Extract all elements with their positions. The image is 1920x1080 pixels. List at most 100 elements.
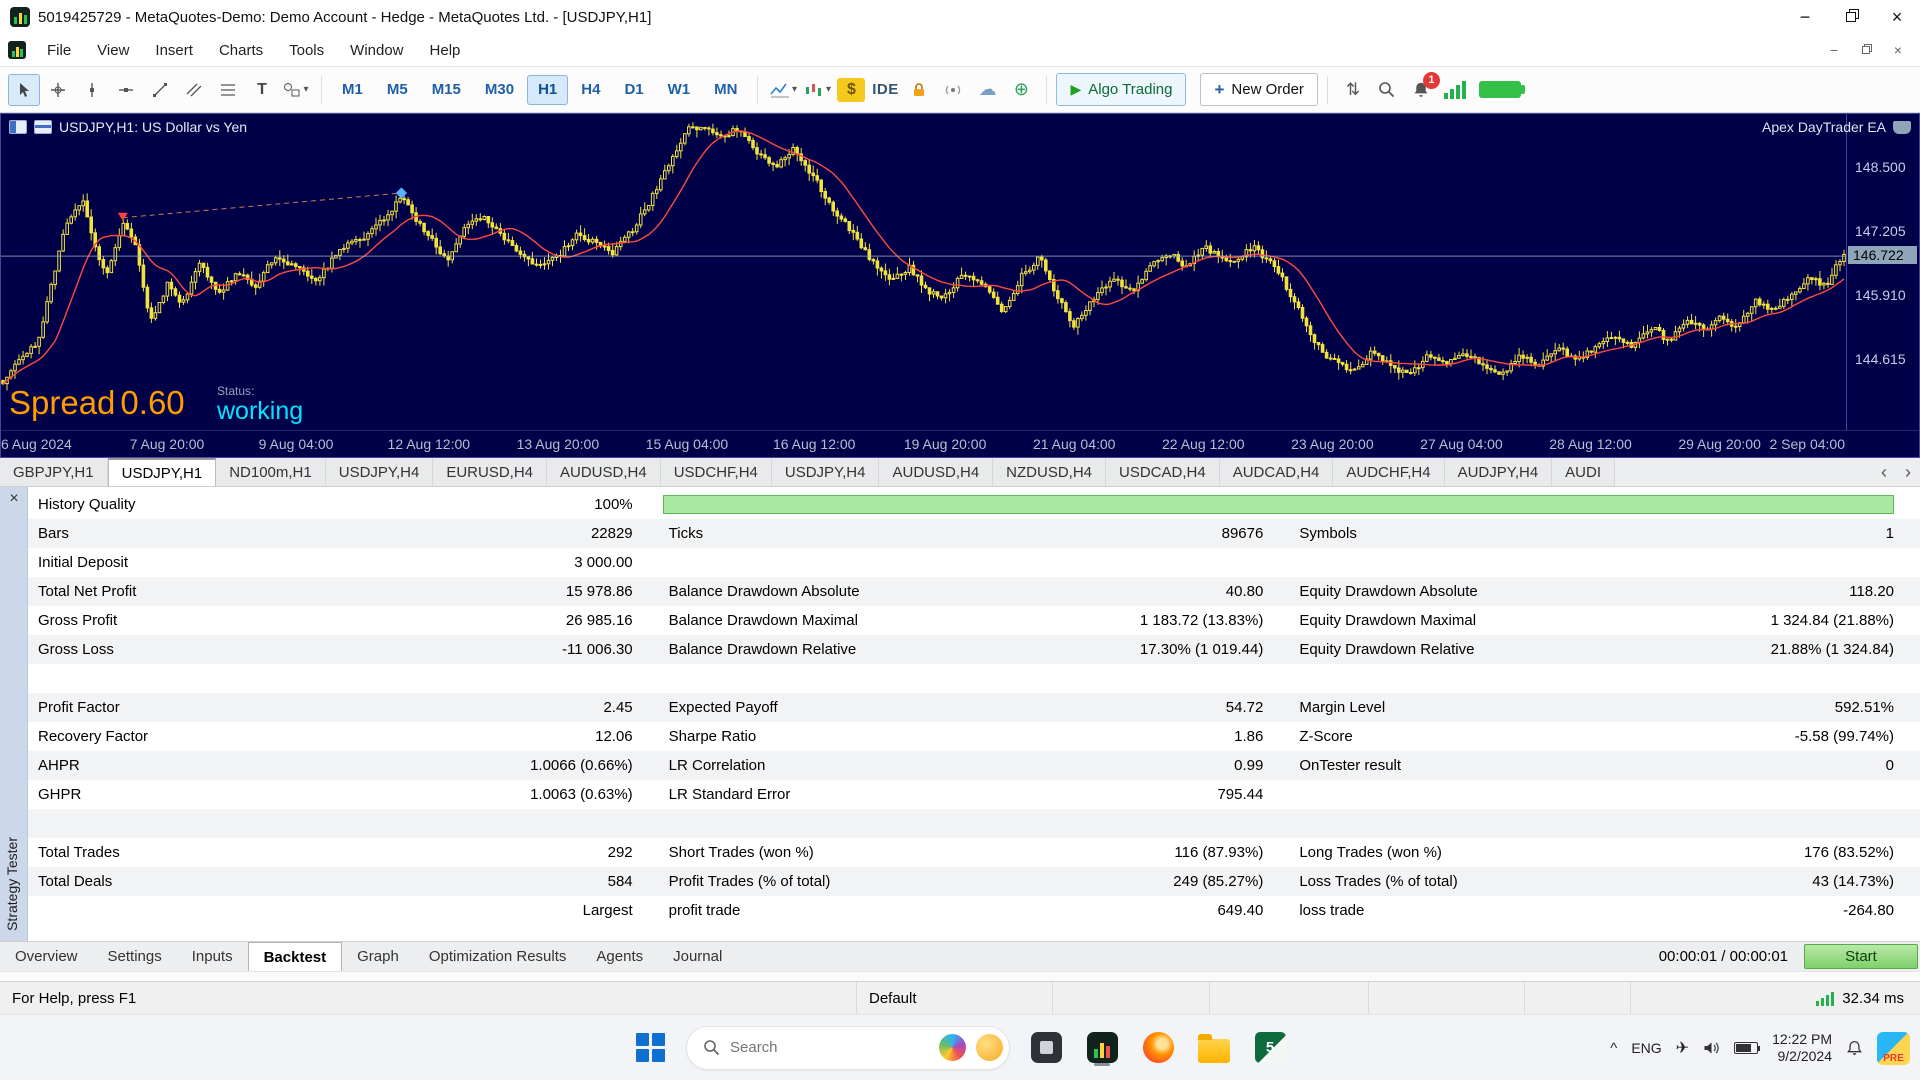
menu-item-window[interactable]: Window	[337, 37, 416, 64]
shapes-tool-button[interactable]: ▾	[280, 74, 312, 106]
chart-tab-audusd-h4[interactable]: AUDUSD,H4	[879, 458, 993, 486]
search-input[interactable]	[730, 1039, 929, 1056]
pre-build-icon[interactable]: PRE	[1877, 1032, 1910, 1065]
taskbar-app-explorer[interactable]	[1194, 1028, 1234, 1068]
trendline-tool-button[interactable]	[144, 74, 176, 106]
timeframe-mn[interactable]: MN	[703, 75, 748, 105]
horizontal-line-tool-button[interactable]	[110, 74, 142, 106]
vertical-line-tool-button[interactable]	[76, 74, 108, 106]
cursor-tool-button[interactable]	[8, 74, 40, 106]
tray-clock[interactable]: 12:22 PM 9/2/2024	[1772, 1031, 1832, 1065]
tabs-scroll-left-button[interactable]: ‹	[1872, 458, 1896, 486]
taskbar-app-firefox[interactable]	[1138, 1028, 1178, 1068]
timeframe-m15[interactable]: M15	[421, 75, 472, 105]
broadcast-button[interactable]	[937, 74, 969, 106]
minimize-button[interactable]: −	[1782, 0, 1828, 34]
status-profile[interactable]: Default	[857, 982, 1053, 1014]
chart-tab-usdjpy-h4[interactable]: USDJPY,H4	[326, 458, 434, 486]
chart-template-button[interactable]: ▾	[801, 74, 833, 106]
menu-item-file[interactable]: File	[34, 37, 84, 64]
chart-tab-audjpy-h4[interactable]: AUDJPY,H4	[1445, 458, 1553, 486]
tester-tab-graph[interactable]: Graph	[342, 942, 414, 971]
notifications-button[interactable]: 1	[1405, 74, 1437, 106]
new-order-button[interactable]: + New Order	[1200, 73, 1317, 106]
chart-tab-audi[interactable]: AUDI	[1552, 458, 1615, 486]
tester-tab-settings[interactable]: Settings	[93, 942, 177, 971]
chart-tab-usdcad-h4[interactable]: USDCAD,H4	[1106, 458, 1220, 486]
airplane-icon[interactable]: ✈	[1676, 1038, 1689, 1058]
chart-tab-nzdusd-h4[interactable]: NZDUSD,H4	[993, 458, 1106, 486]
timeframe-w1[interactable]: W1	[657, 75, 702, 105]
tabs-scroll-right-button[interactable]: ›	[1896, 458, 1920, 486]
timeframe-h1[interactable]: H1	[527, 75, 568, 105]
tester-close-button[interactable]: ×	[0, 487, 28, 511]
tray-chevron-up[interactable]: ^	[1610, 1040, 1617, 1057]
tray-language[interactable]: ENG	[1631, 1040, 1661, 1056]
taskbar-app-office[interactable]: 5	[1250, 1028, 1290, 1068]
taskbar-app-widgets[interactable]	[1026, 1028, 1066, 1068]
start-button[interactable]	[630, 1028, 670, 1068]
tester-tab-backtest[interactable]: Backtest	[248, 942, 343, 971]
chart-tab-gbpjpy-h1[interactable]: GBPJPY,H1	[0, 458, 108, 486]
algo-trading-button[interactable]: ▶ Algo Trading	[1056, 73, 1186, 106]
connection-status-button[interactable]	[1439, 74, 1471, 106]
chart-tab-usdjpy-h4[interactable]: USDJPY,H4	[772, 458, 880, 486]
close-button[interactable]: ×	[1874, 0, 1920, 34]
child-restore-button[interactable]	[1850, 37, 1882, 63]
chart-tab-usdchf-h4[interactable]: USDCHF,H4	[661, 458, 772, 486]
resize-gutter[interactable]	[0, 971, 1920, 981]
speaker-icon[interactable]	[1703, 1040, 1720, 1056]
chart-canvas[interactable]	[1, 114, 1846, 430]
compare-button[interactable]: ⇅	[1337, 74, 1369, 106]
chart-tab-usdjpy-h1[interactable]: USDJPY,H1	[108, 458, 217, 486]
timeframe-m5[interactable]: M5	[376, 75, 419, 105]
copilot-icon[interactable]	[939, 1034, 966, 1061]
community-button[interactable]: ⊕	[1005, 74, 1037, 106]
time-axis[interactable]: 6 Aug 20247 Aug 20:009 Aug 04:0012 Aug 1…	[1, 430, 1919, 457]
ide-button[interactable]: IDE	[869, 74, 901, 106]
taskbar-search[interactable]	[686, 1026, 1010, 1070]
chart-tab-audusd-h4[interactable]: AUDUSD,H4	[547, 458, 661, 486]
candlestick-chart[interactable]: Spread0.60 Status: working	[1, 114, 1846, 430]
timeframe-m1[interactable]: M1	[331, 75, 374, 105]
indicators-button[interactable]: ▾	[767, 74, 799, 106]
child-minimize-button[interactable]: −	[1818, 37, 1850, 63]
tester-tab-agents[interactable]: Agents	[581, 942, 658, 971]
chart-tab-audchf-h4[interactable]: AUDCHF,H4	[1333, 458, 1444, 486]
menu-item-help[interactable]: Help	[417, 37, 474, 64]
text-tool-button[interactable]: T	[246, 74, 278, 106]
search-button[interactable]	[1371, 74, 1403, 106]
menu-item-charts[interactable]: Charts	[206, 37, 276, 64]
menu-item-tools[interactable]: Tools	[276, 37, 337, 64]
timeframe-d1[interactable]: D1	[613, 75, 654, 105]
channel-tool-button[interactable]	[178, 74, 210, 106]
search-highlight-icon[interactable]	[976, 1034, 1003, 1061]
menu-item-insert[interactable]: Insert	[142, 37, 206, 64]
fibonacci-tool-button[interactable]	[212, 74, 244, 106]
start-button[interactable]: Start	[1804, 944, 1918, 969]
stat-value: 176 (83.52%)	[1804, 838, 1894, 867]
lock-button[interactable]	[903, 74, 935, 106]
chart-tab-audcad-h4[interactable]: AUDCAD,H4	[1220, 458, 1334, 486]
taskbar-app-mt5[interactable]	[1082, 1028, 1122, 1068]
market-button[interactable]: $	[835, 74, 867, 106]
cloud-button[interactable]: ☁	[971, 74, 1003, 106]
crosshair-tool-button[interactable]	[42, 74, 74, 106]
chart-tab-nd100m-h1[interactable]: ND100m,H1	[216, 458, 326, 486]
tester-tab-optimization-results[interactable]: Optimization Results	[414, 942, 582, 971]
tray-battery-icon[interactable]	[1734, 1042, 1758, 1054]
timeframe-h4[interactable]: H4	[570, 75, 611, 105]
timeframe-m30[interactable]: M30	[474, 75, 525, 105]
child-close-button[interactable]: ×	[1882, 37, 1914, 63]
restore-button[interactable]	[1828, 0, 1874, 34]
depth-of-market-icon[interactable]	[9, 120, 27, 134]
chart-tab-eurusd-h4[interactable]: EURUSD,H4	[433, 458, 547, 486]
tester-tab-journal[interactable]: Journal	[658, 942, 737, 971]
one-click-trading-icon[interactable]	[34, 120, 52, 134]
tester-tab-inputs[interactable]: Inputs	[177, 942, 248, 971]
tray-bell-icon[interactable]	[1846, 1040, 1863, 1057]
status-latency[interactable]: 32.34 ms	[1631, 982, 1920, 1014]
menu-item-view[interactable]: View	[84, 37, 142, 64]
price-scale[interactable]: 148.500147.205145.910144.615146.722	[1846, 114, 1919, 430]
tester-tab-overview[interactable]: Overview	[0, 942, 93, 971]
